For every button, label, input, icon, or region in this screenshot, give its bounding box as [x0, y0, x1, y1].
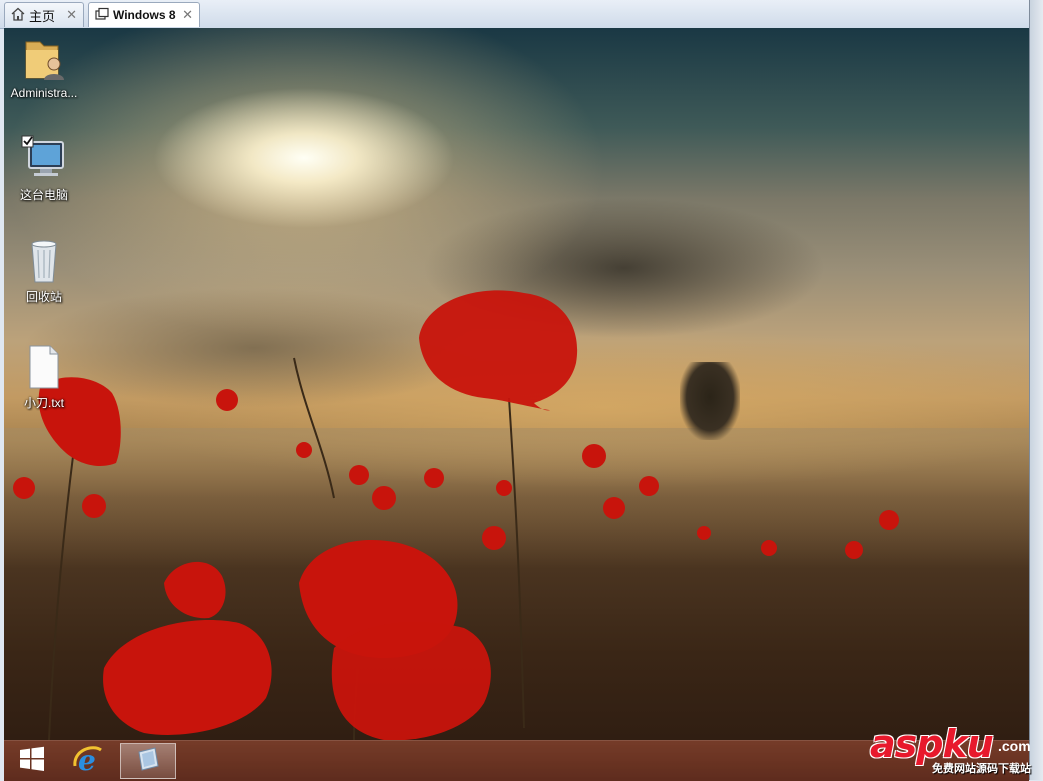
tab-home-label: 主页: [29, 8, 56, 24]
svg-text:e: e: [78, 744, 96, 776]
watermark-suffix: .com: [998, 738, 1031, 754]
desktop-icon-label: 小刀.txt: [23, 396, 64, 410]
desktop-icon-label: 回收站: [25, 290, 62, 304]
tab-home[interactable]: 主页 ✕: [4, 2, 84, 27]
start-button[interactable]: [4, 743, 60, 779]
taskbar-active-app[interactable]: [120, 743, 176, 779]
watermark: aspku .com 免费网站源码下载站: [870, 722, 1040, 778]
close-icon[interactable]: ✕: [182, 7, 193, 23]
watermark-tagline: 免费网站源码下载站: [932, 763, 1031, 775]
vm-tab-bar: 主页 ✕ Windows 8 ✕: [0, 0, 1043, 29]
vm-window-edge: [1029, 0, 1043, 780]
app-icon: [133, 744, 163, 779]
desktop-icon-label: Administra...: [10, 86, 78, 100]
tab-windows-8-label: Windows 8: [113, 8, 176, 22]
user-folder-icon: [20, 34, 68, 82]
home-icon: [11, 7, 29, 24]
desktop-icon-recycle-bin[interactable]: 回收站: [4, 236, 84, 305]
ie-icon: e: [71, 742, 105, 781]
internet-explorer-button[interactable]: e: [60, 743, 116, 779]
recycle-bin-icon: [20, 236, 68, 284]
desktop-icon-text-file[interactable]: 小刀.txt: [4, 342, 84, 411]
close-icon[interactable]: ✕: [66, 7, 77, 23]
windows-logo-icon: [19, 746, 45, 777]
desktop-icon-administrator[interactable]: Administra...: [4, 34, 84, 100]
tab-windows-8[interactable]: Windows 8 ✕: [88, 2, 200, 27]
computer-icon: [20, 134, 68, 182]
wallpaper-poppies: [13, 290, 899, 740]
text-file-icon: [20, 342, 68, 390]
desktop-icon-this-pc[interactable]: 这台电脑: [4, 134, 84, 203]
vm-icon: [95, 7, 113, 24]
desktop-icon-label: 这台电脑: [19, 188, 68, 202]
desktop[interactable]: Administra... 这台电脑 回收站 小刀.txt: [4, 28, 1029, 740]
